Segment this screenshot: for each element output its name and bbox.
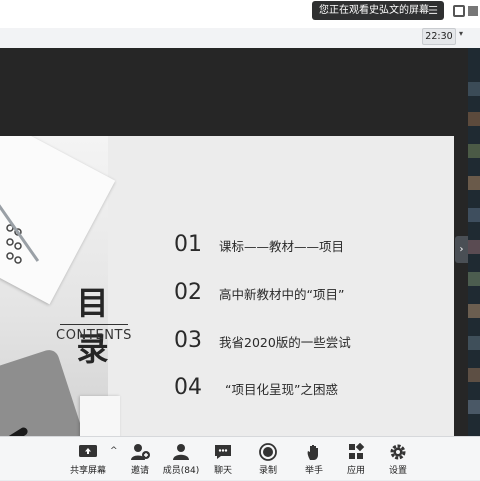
toc-number: 04 — [174, 375, 202, 400]
timer-chevron-icon[interactable]: ▾ — [459, 29, 463, 38]
meeting-toolbar: 共享屏幕 邀请 成员(84) 聊天 录制 举手 应用 设置 — [0, 436, 480, 480]
apps-label: 应用 — [346, 466, 365, 476]
record-icon — [259, 443, 277, 461]
toc-item: “项目化呈现”之困惑 — [225, 382, 338, 397]
toc-subtitle: CONTENTS — [56, 328, 132, 343]
members-icon — [173, 444, 189, 460]
members-label: 成员(84) — [162, 466, 200, 476]
raise-hand-button[interactable]: 举手 — [292, 437, 336, 481]
participant-thumbnail[interactable] — [468, 368, 480, 382]
members-button[interactable]: 成员(84) — [159, 437, 203, 481]
record-button[interactable]: 录制 — [246, 437, 290, 481]
share-options-chevron-icon[interactable]: ^ — [110, 446, 118, 456]
share-screen-button[interactable]: 共享屏幕 — [66, 437, 110, 481]
participant-thumbnail[interactable] — [468, 82, 480, 96]
participant-thumbnail[interactable] — [468, 144, 480, 158]
presentation-slide: 目 录 CONTENTS 01 课标——教材——项目 02 高中新教材中的“项目… — [0, 136, 454, 458]
share-screen-label: 共享屏幕 — [69, 466, 106, 476]
apps-button[interactable]: 应用 — [334, 437, 378, 481]
window-mini-icon[interactable] — [468, 6, 478, 16]
invite-button[interactable]: 邀请 — [118, 437, 162, 481]
toc-item: 课标——教材——项目 — [219, 239, 345, 254]
shared-screen-stage: 目 录 CONTENTS 01 课标——教材——项目 02 高中新教材中的“项目… — [0, 48, 468, 458]
viewing-share-banner[interactable]: 您正在观看史弘文的屏幕 ☰ — [312, 1, 444, 20]
chat-button[interactable]: 聊天 — [201, 437, 245, 481]
settings-button[interactable]: 设置 — [376, 437, 420, 481]
participant-thumbnail[interactable] — [468, 112, 480, 126]
add-user-icon — [131, 444, 150, 460]
chat-label: 聊天 — [213, 466, 232, 476]
participant-thumbnail[interactable] — [468, 304, 480, 318]
chat-icon — [215, 445, 231, 459]
participant-thumbnail[interactable] — [468, 240, 480, 254]
participant-thumbnail[interactable] — [468, 208, 480, 222]
participant-thumbnail[interactable] — [468, 272, 480, 286]
raise-hand-label: 举手 — [304, 466, 323, 476]
menu-icon[interactable]: ☰ — [428, 1, 438, 20]
toc-item: 我省2020版的一些尝试 — [219, 335, 351, 350]
title-divider — [60, 324, 128, 325]
meeting-timer: 22:30 — [422, 28, 456, 45]
participant-thumbnail[interactable] — [468, 176, 480, 190]
toc-number: 02 — [174, 280, 202, 305]
participant-strip[interactable] — [468, 48, 480, 436]
gear-icon — [390, 444, 406, 460]
view-layout-icon[interactable] — [453, 5, 465, 17]
share-screen-icon — [79, 445, 97, 457]
collapse-strip-chevron-icon[interactable]: › — [455, 236, 468, 263]
record-label: 录制 — [258, 466, 277, 476]
participant-thumbnail[interactable] — [468, 400, 480, 414]
toc-number: 03 — [174, 328, 202, 353]
participant-thumbnail[interactable] — [468, 336, 480, 350]
hand-icon — [307, 445, 318, 460]
banner-text: 您正在观看史弘文的屏幕 — [319, 5, 429, 16]
invite-label: 邀请 — [130, 466, 149, 476]
toc-number: 01 — [174, 232, 202, 257]
apps-grid-icon — [349, 443, 365, 459]
settings-label: 设置 — [388, 466, 407, 476]
toc-item: 高中新教材中的“项目” — [219, 287, 345, 302]
